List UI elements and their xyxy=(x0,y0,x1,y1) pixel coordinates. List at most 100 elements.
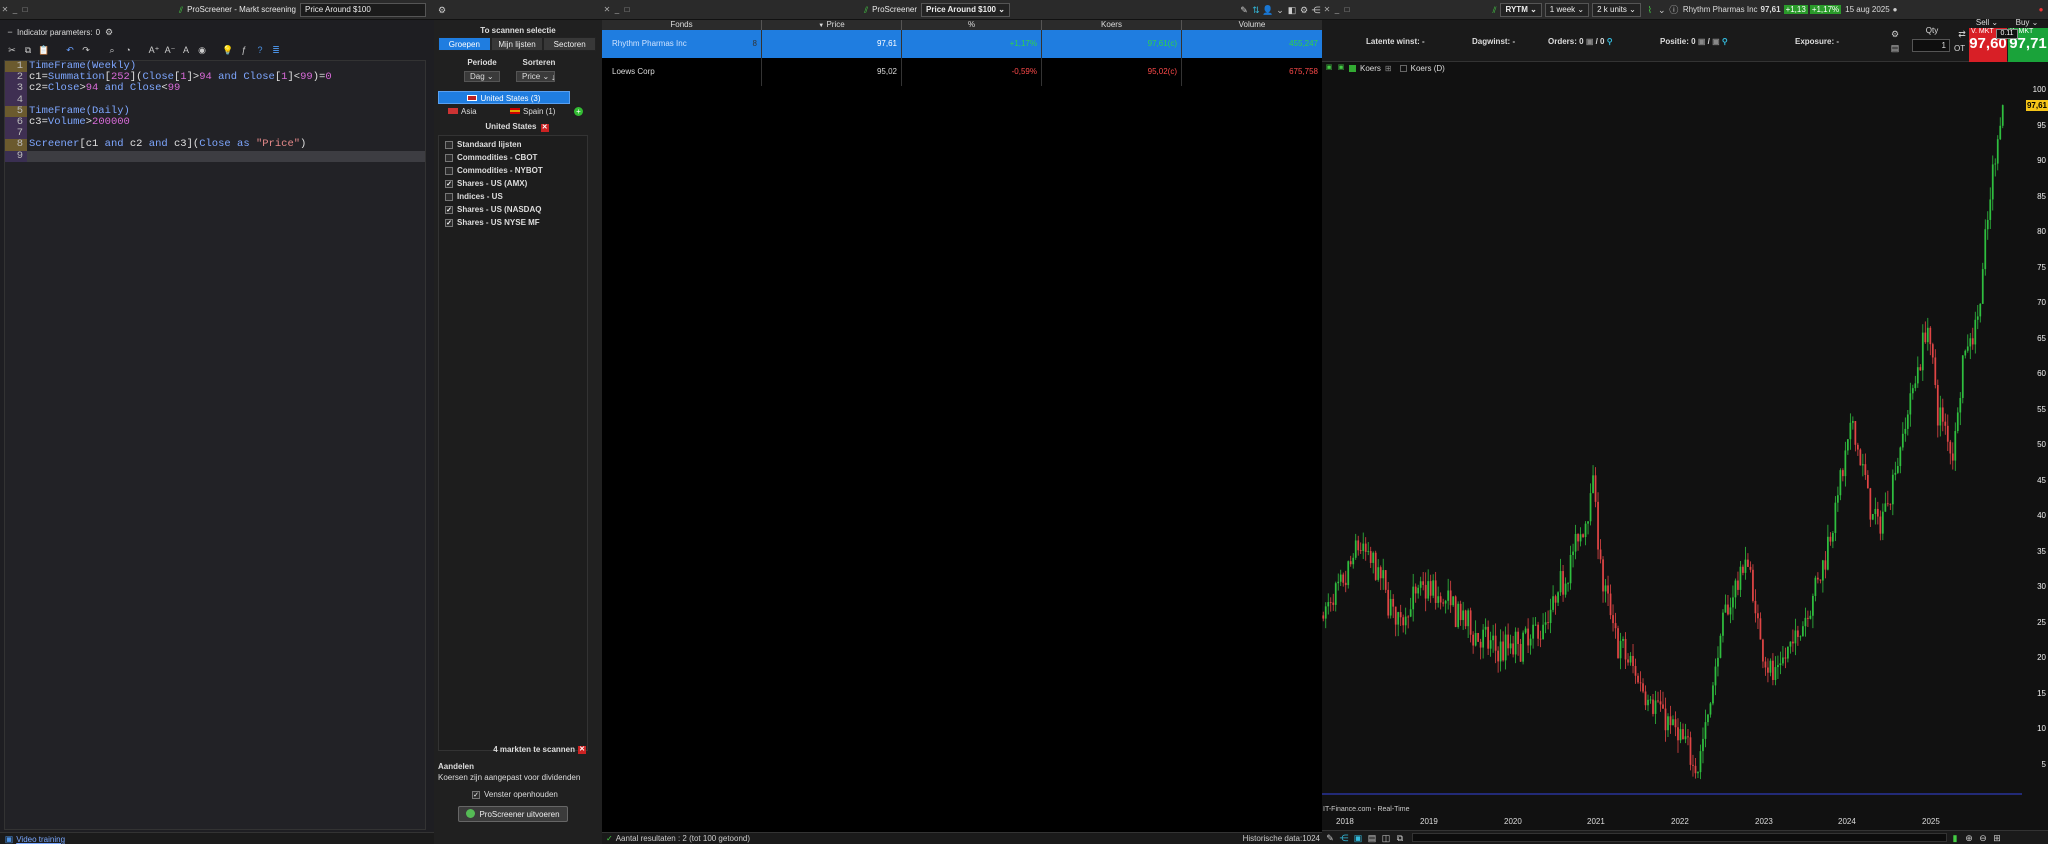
collapse-icon[interactable]: − xyxy=(6,26,14,38)
video-training-link[interactable]: Video training xyxy=(16,835,65,844)
font-size-up-icon[interactable]: A⁺ xyxy=(148,44,160,56)
region-spain-button[interactable]: Spain (1) xyxy=(510,106,555,118)
alert-icon[interactable]: ● xyxy=(2034,5,2048,14)
redo-icon[interactable]: ↷ xyxy=(80,44,92,56)
checked-box-icon[interactable]: ✓ xyxy=(445,218,453,227)
cut-icon[interactable]: ✂ xyxy=(6,44,18,56)
gear-icon[interactable]: ⚙ xyxy=(103,26,115,38)
font-style-icon[interactable]: A xyxy=(180,44,192,56)
clear-markets-icon[interactable]: ✕ xyxy=(578,745,586,754)
col-fonds[interactable]: Fonds xyxy=(602,20,762,30)
zoom-in-icon[interactable]: ⊕ xyxy=(1963,832,1975,844)
market-list-item[interactable]: Commodities - NYBOT xyxy=(439,164,587,177)
scan-settings-icon[interactable]: ⚙ xyxy=(436,4,448,16)
code-line[interactable]: 8 Screener[c1 and c2 and c3](Close as "Pr… xyxy=(5,139,425,151)
code-line[interactable]: 6 c3=Volume>200000 xyxy=(5,116,425,129)
checked-box-icon[interactable]: ✓ xyxy=(445,205,453,214)
volume-icon[interactable]: ▮ xyxy=(1949,832,1961,844)
chart-type-icon[interactable]: ⌇ xyxy=(1644,4,1656,16)
position-link-icon[interactable]: ⚲ xyxy=(1722,37,1728,46)
maximize-icon[interactable]: □ xyxy=(20,5,30,14)
function-icon[interactable]: ƒ xyxy=(238,44,250,56)
ticker-select[interactable]: RYTM ⌄ xyxy=(1500,2,1542,17)
indicator-icon[interactable]: ▣ xyxy=(1352,832,1364,844)
search-icon[interactable]: ⌕ xyxy=(106,44,118,56)
position-icon-2[interactable]: ▣ xyxy=(1712,37,1720,46)
period-select[interactable]: 1 week ⌄ xyxy=(1544,2,1590,17)
tab-groepen[interactable]: Groepen xyxy=(438,37,491,51)
find-replace-icon[interactable]: ◔ xyxy=(122,44,134,56)
result-row[interactable]: Loews Corp 95,02 -0,59% 95,02(c) 675,758 xyxy=(602,58,1322,86)
export-icon[interactable]: ⌄ xyxy=(1274,4,1286,16)
run-proscreener-button[interactable]: ProScreener uitvoeren xyxy=(458,806,568,822)
window-icon[interactable]: ⧉ xyxy=(1394,832,1406,844)
minimize-icon[interactable]: _ xyxy=(612,5,622,14)
share-icon[interactable]: ⋲ xyxy=(1310,4,1322,16)
checked-box-icon[interactable]: ✓ xyxy=(445,179,453,188)
help-icon[interactable]: ? xyxy=(254,44,266,56)
market-list-item[interactable]: Commodities - CBOT xyxy=(439,151,587,164)
list-icon[interactable]: ≣ xyxy=(270,44,282,56)
remove-group-icon[interactable]: ✕ xyxy=(540,124,549,132)
col-volume[interactable]: Volume xyxy=(1182,20,1322,30)
close-icon[interactable]: ✕ xyxy=(602,5,612,14)
paste-icon[interactable]: 📋 xyxy=(38,44,50,56)
region-asia-button[interactable]: Asia xyxy=(448,106,477,118)
market-list-item[interactable]: ✓ Shares - US (AMX) xyxy=(439,177,587,190)
edit-icon[interactable]: ✎ xyxy=(1238,4,1250,16)
close-icon[interactable]: ✕ xyxy=(0,5,10,14)
tab-mijn-lijsten[interactable]: Mijn lijsten xyxy=(490,37,544,51)
info-icon[interactable]: ⓘ xyxy=(1668,4,1680,16)
trade-settings-icon[interactable]: ⚙ xyxy=(1889,28,1901,40)
code-area[interactable]: 1 TimeFrame(Weekly) 2 c1=Summation[252](Clo… xyxy=(4,60,426,830)
price-chart[interactable] xyxy=(1322,62,2048,815)
person-icon[interactable]: 👤 xyxy=(1262,4,1274,16)
units-select[interactable]: 2 k units ⌄ xyxy=(1592,2,1641,17)
market-list-item[interactable]: ✓ Shares - US (NASDAQ xyxy=(439,203,587,216)
col-price[interactable]: ▼ Price xyxy=(762,20,902,30)
maximize-icon[interactable]: □ xyxy=(622,5,632,14)
code-line[interactable]: 3 c2=Close>94 and Close<99 xyxy=(5,83,425,95)
qty-input[interactable]: 1 xyxy=(1912,39,1950,52)
keep-open-checkbox[interactable]: ✓ Venster openhouden xyxy=(472,790,558,799)
market-list-item[interactable]: Standaard lijsten xyxy=(439,138,587,151)
periode-select[interactable]: Dag ⌄ xyxy=(464,71,500,82)
tab-sectoren[interactable]: Sectoren xyxy=(543,37,597,51)
checkbox-icon[interactable] xyxy=(445,166,453,175)
filter-icon[interactable]: ⇅ xyxy=(1250,4,1262,16)
color-wheel-icon[interactable]: ◉ xyxy=(196,44,208,56)
col-pct[interactable]: % xyxy=(902,20,1042,30)
undo-icon[interactable]: ↶ xyxy=(64,44,76,56)
orders-icon[interactable]: ▣ xyxy=(1586,37,1594,46)
copy-icon[interactable]: ⧉ xyxy=(22,44,34,56)
close-icon[interactable]: ✕ xyxy=(1322,5,1332,14)
minimize-icon[interactable]: _ xyxy=(10,5,20,14)
checkbox-icon[interactable] xyxy=(445,153,453,162)
sort-direction-icon[interactable]: ↓ xyxy=(551,72,556,82)
template-icon[interactable]: ▤ xyxy=(1366,832,1378,844)
font-size-down-icon[interactable]: A⁻ xyxy=(164,44,176,56)
maximize-icon[interactable]: □ xyxy=(1342,5,1352,14)
layout-icon[interactable]: ◧ xyxy=(1286,4,1298,16)
orders-link-icon[interactable]: ⚲ xyxy=(1607,37,1613,46)
col-koers[interactable]: Koers xyxy=(1042,20,1182,30)
screener-name-field[interactable]: Price Around $100 xyxy=(300,2,426,17)
dropdown-icon[interactable]: ⌄ xyxy=(1656,4,1668,16)
minimize-icon[interactable]: _ xyxy=(1332,5,1342,14)
zoom-out-icon[interactable]: ⊖ xyxy=(1977,832,1989,844)
settings-icon[interactable]: ⚙ xyxy=(1298,4,1310,16)
ticket-icon[interactable]: ▤ xyxy=(1889,42,1901,54)
screener-select[interactable]: Price Around $100 ⌄ xyxy=(921,2,1010,17)
region-us-button[interactable]: United States (3) xyxy=(438,91,570,104)
checkbox-icon[interactable] xyxy=(445,192,453,201)
checkbox-icon[interactable] xyxy=(445,140,453,149)
position-icon[interactable]: ▣ xyxy=(1698,37,1706,46)
lightbulb-icon[interactable]: 💡 xyxy=(222,44,234,56)
chart-scrollbar[interactable] xyxy=(1412,833,1947,842)
code-line[interactable]: 9 xyxy=(5,150,425,162)
drawing-icon[interactable]: ⋲ xyxy=(1338,832,1350,844)
add-region-icon[interactable]: + xyxy=(574,107,583,116)
grid-icon[interactable]: ⊞ xyxy=(1991,832,2003,844)
market-list-item[interactable]: Indices - US xyxy=(439,190,587,203)
market-list-item[interactable]: ✓ Shares - US NYSE MF xyxy=(439,216,587,229)
